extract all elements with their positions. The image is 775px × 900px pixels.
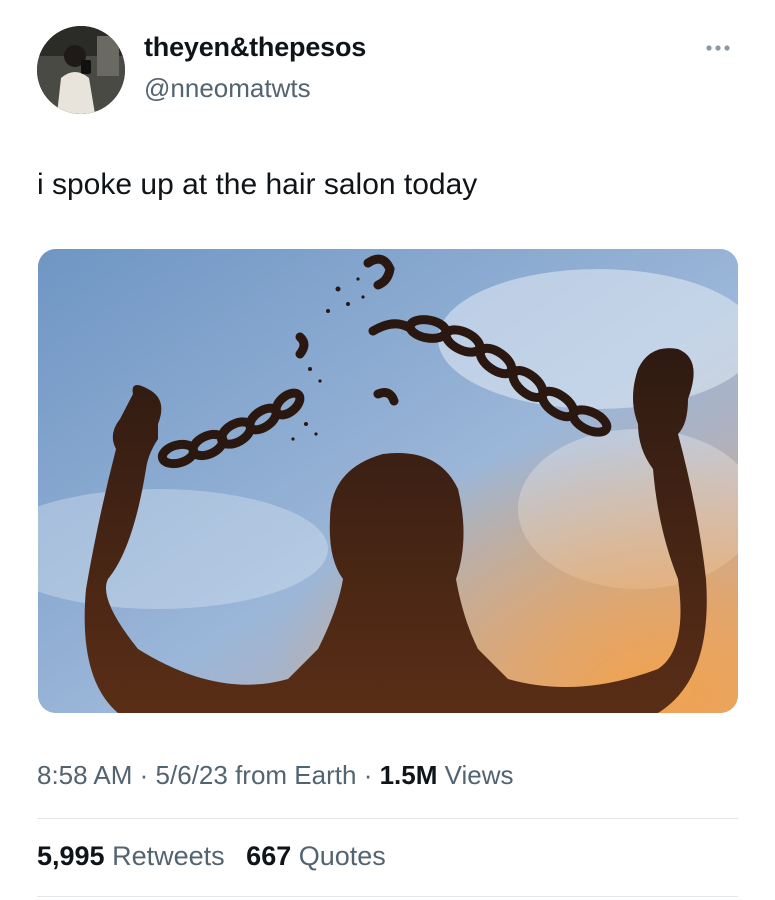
tweet-time[interactable]: 8:58 AM [37,760,132,790]
tweet-text: i spoke up at the hair salon today [37,168,478,201]
quotes-stat[interactable]: 667 Quotes [246,841,386,871]
tweet-stats: 5,995 Retweets 667 Quotes [37,841,386,872]
retweets-label: Retweets [112,841,225,871]
author-display-name[interactable]: theyen&thepesos [144,32,366,63]
tweet: theyen&thepesos @nneomatwts i spoke up a… [0,0,775,900]
broken-chains-silhouette-image [38,249,738,713]
tweet-metadata: 8:58 AM · 5/6/23 from Earth · 1.5M Views [37,760,514,791]
views-count: 1.5M [379,760,438,790]
quotes-label: Quotes [298,841,386,871]
more-horizontal-icon[interactable] [700,40,736,56]
tweet-image[interactable] [38,249,738,713]
avatar[interactable] [37,26,125,114]
meta-separator: · [363,760,373,790]
meta-separator: · [139,760,149,790]
retweets-count: 5,995 [37,841,105,871]
avatar-photo [37,26,125,114]
tweet-source: from Earth [235,760,357,790]
retweets-stat[interactable]: 5,995 Retweets [37,841,225,871]
views-label: Views [444,760,514,790]
quotes-count: 667 [246,841,292,871]
author-handle[interactable]: @nneomatwts [144,73,311,104]
divider [37,818,738,819]
tweet-date[interactable]: 5/6/23 [156,760,228,790]
divider [37,896,738,897]
